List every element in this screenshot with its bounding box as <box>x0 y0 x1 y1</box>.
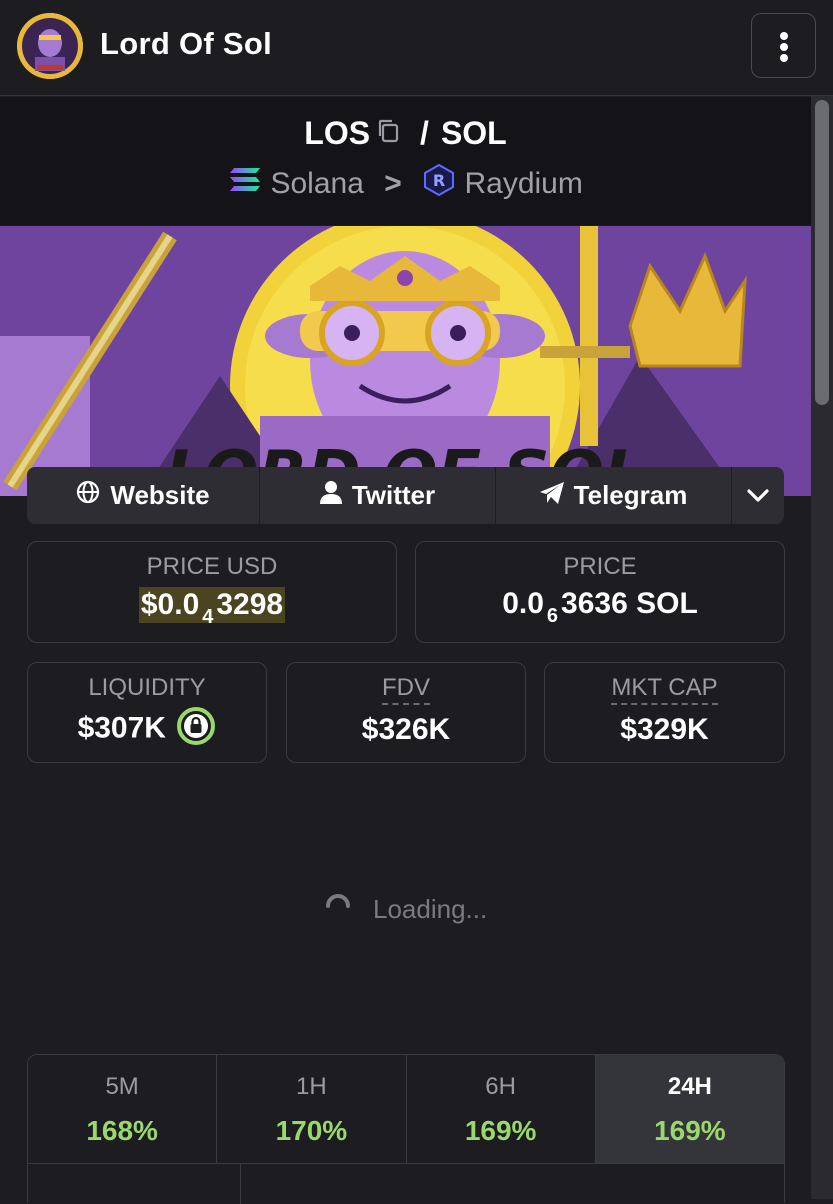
telegram-icon <box>539 480 564 511</box>
price-usd-digits: 3298 <box>216 588 284 621</box>
more-vertical-icon-dot <box>780 54 788 62</box>
token-banner: LORD OF SOL <box>0 226 811 496</box>
price-native-value: 0.0 6 3636 SOL <box>502 587 698 627</box>
fdv-value: $326K <box>361 713 451 746</box>
website-label: Website <box>110 480 210 510</box>
timeframe-change: 169% <box>464 1115 537 1146</box>
website-button[interactable]: Website <box>27 467 260 524</box>
lord-of-sol-logo[interactable] <box>17 13 83 79</box>
scrollbar-thumb[interactable] <box>815 100 829 405</box>
pair-title: LOS / SOL <box>0 113 811 152</box>
price-native-card: PRICE 0.0 6 3636 SOL <box>415 541 785 643</box>
svg-text:R: R <box>433 171 445 190</box>
top-bar: Lord Of Sol <box>0 0 833 96</box>
price-native-prefix: 0.0 <box>502 587 544 620</box>
market-cap-label[interactable]: MKT CAP <box>611 674 718 705</box>
lock-icon[interactable] <box>176 706 216 751</box>
price-usd-label: PRICE USD <box>146 553 278 580</box>
breadcrumb-arrow: > <box>384 167 402 200</box>
timeframe-change: 168% <box>86 1115 158 1146</box>
liquidity-value: $307K <box>77 711 166 745</box>
loading-text: Loading... <box>373 894 488 924</box>
pair-separator: / <box>420 115 429 152</box>
more-vertical-icon <box>780 32 788 40</box>
twitter-label: Twitter <box>351 480 436 510</box>
market-cap-card: MKT CAP $329K <box>544 662 785 763</box>
timeframe-label: 1H <box>296 1073 327 1100</box>
fdv-card: FDV $326K <box>286 662 526 763</box>
tab-6h[interactable]: 6H 169% <box>406 1055 596 1163</box>
price-native-zero-count: 6 <box>546 605 559 627</box>
chart-loading: Loading... <box>0 892 811 927</box>
timeframe-label: 6H <box>485 1073 516 1100</box>
timeframe-label: 24H <box>667 1073 712 1100</box>
page-title: Lord Of Sol <box>100 26 273 61</box>
more-vertical-icon-dot <box>780 43 788 51</box>
solana-icon <box>228 168 262 201</box>
telegram-label: Telegram <box>573 480 688 510</box>
social-links: Website Twitter Telegram <box>27 467 784 524</box>
chain-link[interactable]: Solana <box>270 167 363 200</box>
timeframe-change: 170% <box>275 1115 348 1146</box>
twitter-button[interactable]: Twitter <box>260 467 496 524</box>
tab-5m[interactable]: 5M 168% <box>28 1055 218 1163</box>
more-links-button[interactable] <box>732 467 784 524</box>
liquidity-label: LIQUIDITY <box>88 674 206 701</box>
telegram-button[interactable]: Telegram <box>496 467 732 524</box>
more-menu-button[interactable] <box>751 13 816 78</box>
price-usd-prefix: $0.0 <box>140 588 200 621</box>
raydium-icon: R <box>422 163 456 204</box>
panel-divider <box>240 1164 241 1204</box>
price-usd-value: $0.0 4 3298 <box>138 587 286 628</box>
chevron-down-icon <box>746 480 770 511</box>
fdv-label[interactable]: FDV <box>382 674 430 705</box>
timeframe-tabs: 5M 168% 1H 170% 6H 169% 24H 169% <box>27 1054 785 1164</box>
quote-token: SOL <box>440 115 507 152</box>
tab-24h[interactable]: 24H 169% <box>595 1055 784 1163</box>
price-native-label: PRICE <box>563 553 637 580</box>
timeframe-change: 169% <box>654 1115 726 1146</box>
tab-1h[interactable]: 1H 170% <box>217 1055 407 1163</box>
breadcrumb: Solana > R Raydium <box>0 163 811 205</box>
copy-icon[interactable] <box>376 115 402 152</box>
timeframe-panel <box>27 1163 785 1204</box>
timeframe-label: 5M <box>105 1073 139 1100</box>
liquidity-card: LIQUIDITY $307K <box>27 662 267 763</box>
market-cap-value: $329K <box>620 713 709 746</box>
price-usd-card: PRICE USD $0.0 4 3298 <box>27 541 397 643</box>
price-usd-zero-count: 4 <box>202 606 214 628</box>
base-token: LOS <box>304 115 371 152</box>
globe-icon <box>76 480 100 511</box>
user-icon <box>319 480 342 511</box>
dex-link[interactable]: Raydium <box>464 167 582 200</box>
spinner-icon <box>324 892 352 927</box>
price-native-digits: 3636 SOL <box>561 587 698 620</box>
